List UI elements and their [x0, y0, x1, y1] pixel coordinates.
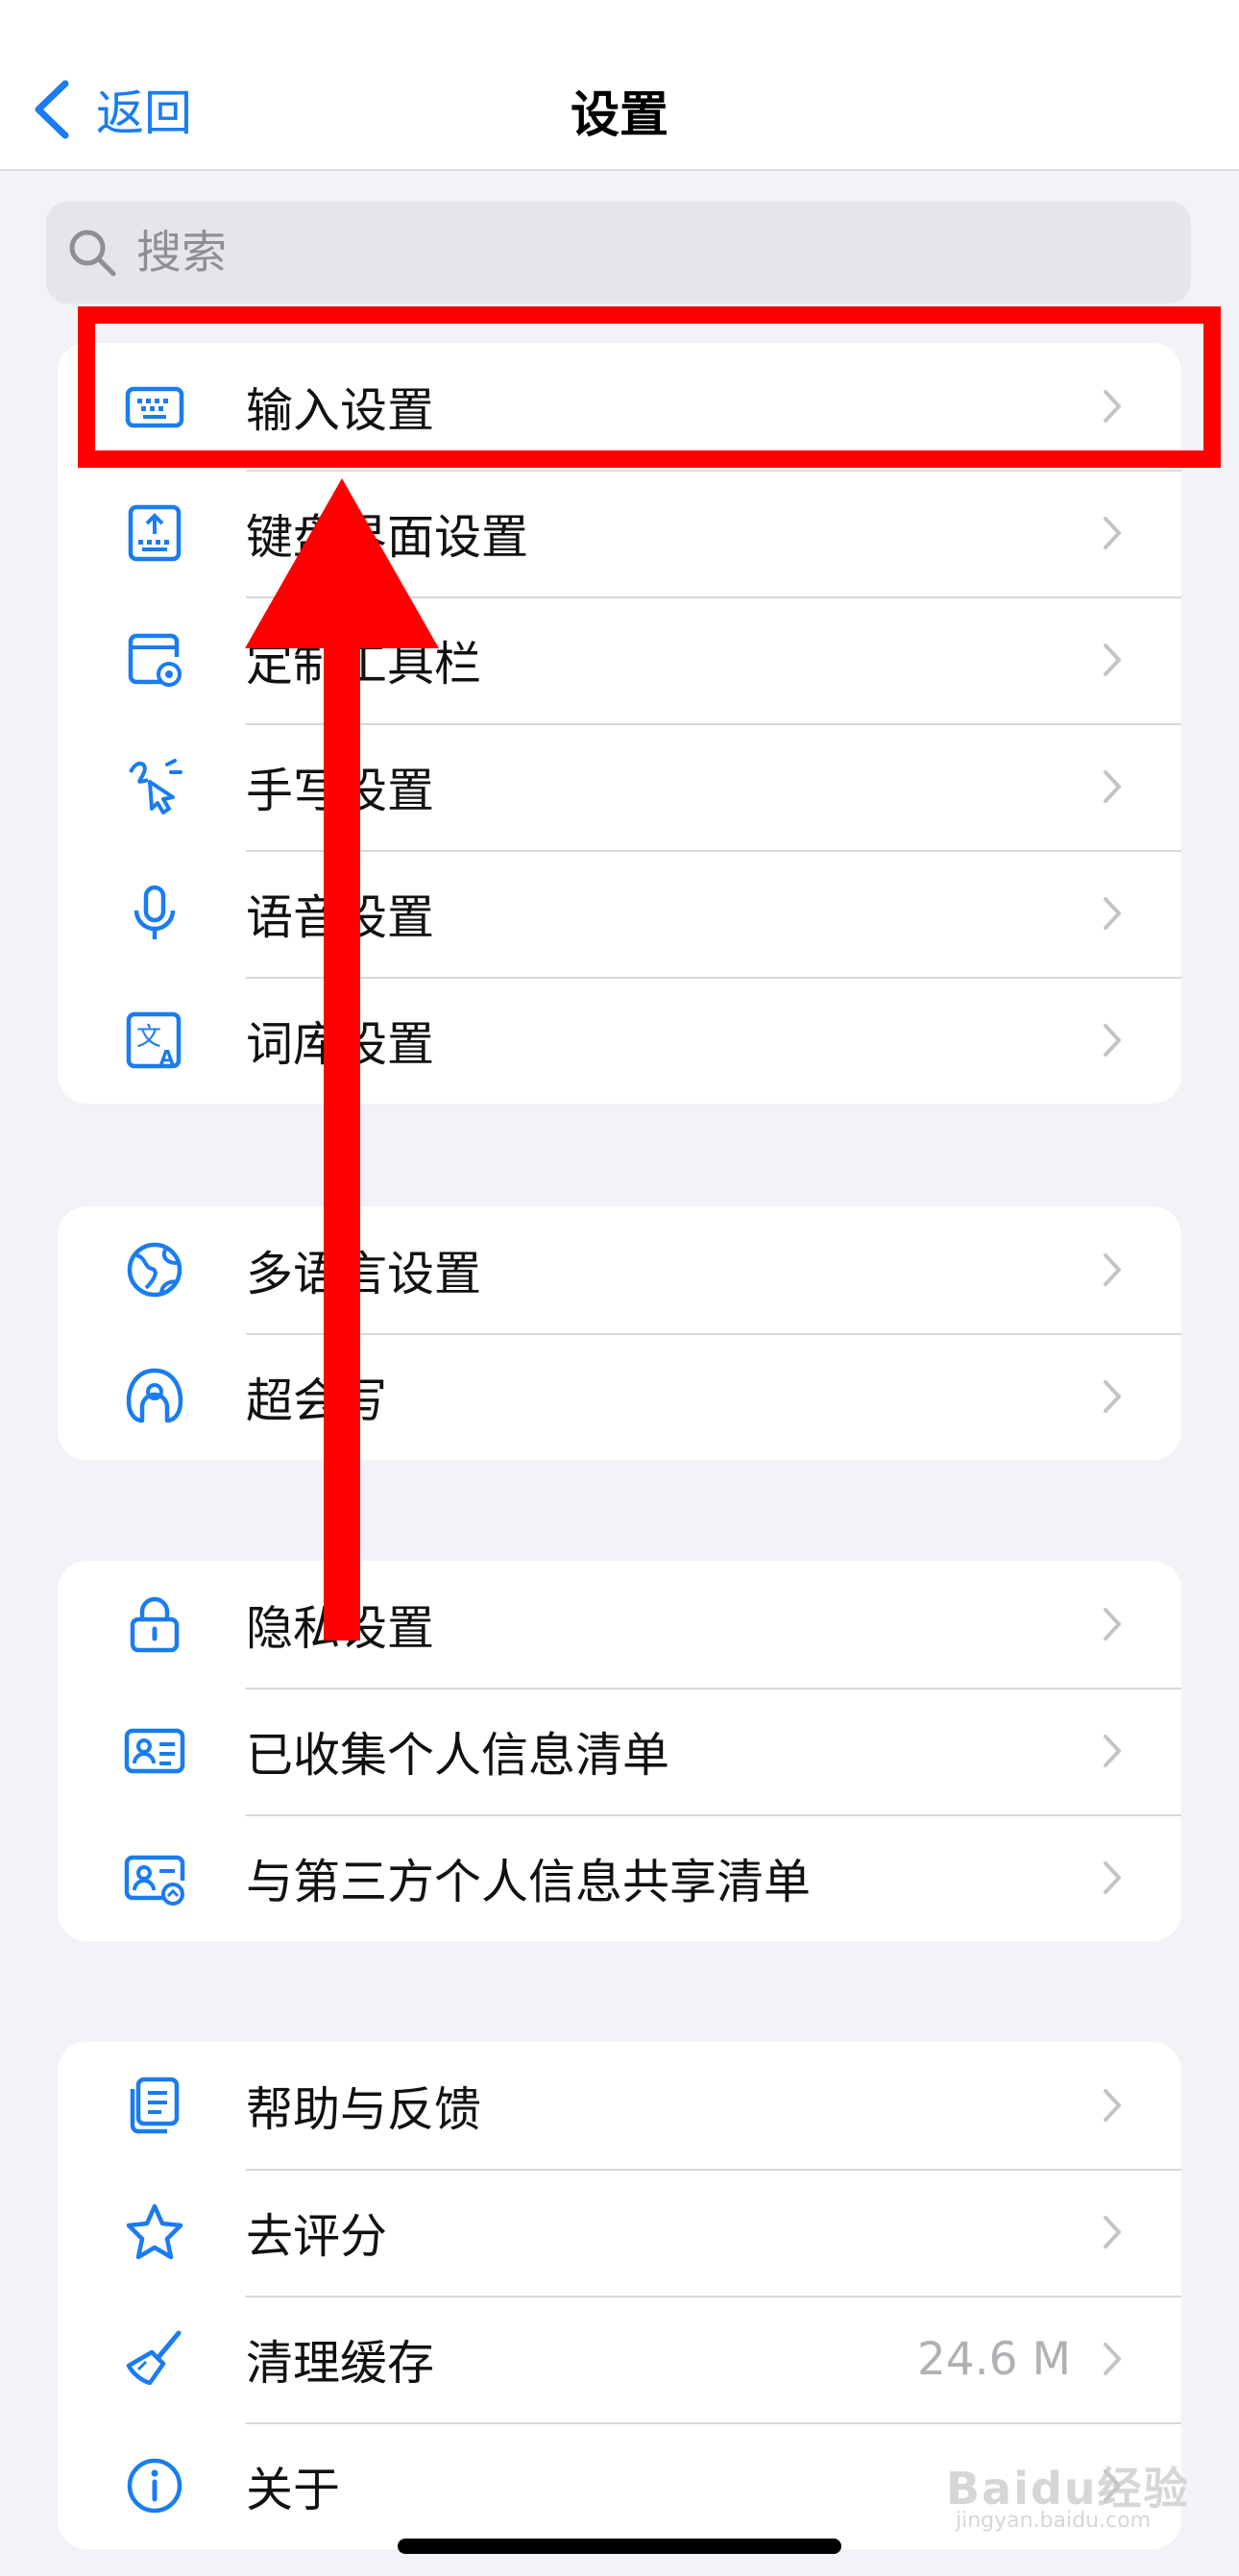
lock-icon [123, 1592, 186, 1656]
row-label: 去评分 [246, 2208, 388, 2264]
chevron-right-icon [1104, 897, 1121, 930]
row-super-write[interactable]: 超会写 [58, 1333, 1181, 1460]
cache-size-value: 24.6 M [916, 2332, 1071, 2386]
svg-text:文: 文 [136, 1023, 161, 1052]
row-label: 清理缓存 [246, 2335, 435, 2391]
row-label: 词库设置 [246, 1016, 435, 1072]
chevron-right-icon [1104, 770, 1121, 803]
document-stack-icon [123, 2074, 186, 2137]
row-handwriting-settings[interactable]: 手写设置 [58, 723, 1181, 850]
toolbar-gear-icon [123, 628, 186, 692]
page-title: 设置 [570, 87, 668, 144]
chevron-right-icon [1104, 517, 1121, 549]
navigation-bar: 返回 设置 [0, 0, 1239, 171]
search-icon [69, 230, 116, 277]
keyboard-upload-icon [123, 501, 186, 565]
row-label: 已收集个人信息清单 [246, 1727, 670, 1783]
id-card-share-icon [123, 1846, 186, 1909]
chevron-right-icon [1104, 644, 1121, 676]
row-label: 手写设置 [246, 763, 435, 818]
keyboard-icon [123, 375, 186, 438]
row-label: 超会写 [246, 1373, 388, 1428]
row-third-party-sharing-list[interactable]: 与第三方个人信息共享清单 [58, 1814, 1181, 1941]
home-indicator[interactable] [398, 2539, 841, 2554]
row-label: 语音设置 [246, 889, 435, 945]
search-bar[interactable] [46, 202, 1191, 304]
info-icon [123, 2454, 186, 2517]
chevron-right-icon [1104, 2343, 1121, 2375]
chevron-right-icon [1104, 2089, 1121, 2122]
row-label: 定制工具栏 [246, 636, 482, 692]
row-keyboard-ui-settings[interactable]: 键盘界面设置 [58, 470, 1181, 596]
brush-icon [123, 2327, 186, 2391]
row-multilanguage-settings[interactable]: 多语言设置 [58, 1206, 1181, 1333]
row-label: 隐私设置 [246, 1600, 435, 1656]
row-privacy-settings[interactable]: 隐私设置 [58, 1561, 1181, 1688]
row-label: 输入设置 [246, 382, 435, 438]
row-custom-toolbar[interactable]: 定制工具栏 [58, 596, 1181, 723]
microphone-icon [123, 882, 186, 945]
chevron-right-icon [1104, 1024, 1121, 1057]
row-label: 帮助与反馈 [246, 2081, 482, 2137]
chevron-right-icon [1104, 2216, 1121, 2248]
row-rate-app[interactable]: 去评分 [58, 2169, 1181, 2296]
settings-group-privacy: 隐私设置 已收集个人信息清单 与第三方个人信息共享清单 [58, 1561, 1181, 1941]
dictionary-icon: 文A [123, 1009, 186, 1072]
super-write-icon [123, 1365, 186, 1428]
settings-group-language: 多语言设置 超会写 [58, 1206, 1181, 1460]
row-label: 与第三方个人信息共享清单 [246, 1854, 812, 1909]
chevron-right-icon [1104, 1253, 1121, 1286]
chevron-right-icon [1104, 1380, 1121, 1413]
chevron-right-icon [1104, 1735, 1121, 1767]
row-collected-info-list[interactable]: 已收集个人信息清单 [58, 1688, 1181, 1814]
svg-text:A: A [159, 1046, 175, 1069]
settings-group-input: 输入设置 键盘界面设置 定制工具栏 手写设置 语音设置 文A 词库设置 [58, 343, 1181, 1104]
chevron-right-icon [1104, 390, 1121, 423]
chevron-right-icon [1104, 1608, 1121, 1640]
chevron-right-icon [1104, 1861, 1121, 1894]
row-clear-cache[interactable]: 清理缓存 24.6 M [58, 2296, 1181, 2422]
id-card-icon [123, 1719, 186, 1783]
handwriting-icon [123, 755, 186, 818]
row-input-settings[interactable]: 输入设置 [58, 343, 1181, 470]
globe-icon [123, 1238, 186, 1301]
row-voice-settings[interactable]: 语音设置 [58, 850, 1181, 977]
star-icon [123, 2200, 186, 2264]
row-dictionary-settings[interactable]: 文A 词库设置 [58, 977, 1181, 1104]
watermark-url: jingyan.baidu.com [956, 2509, 1152, 2533]
row-label: 多语言设置 [246, 1246, 482, 1301]
row-label: 键盘界面设置 [246, 509, 529, 565]
row-label: 关于 [246, 2462, 341, 2517]
search-input[interactable] [136, 226, 1097, 279]
row-help-feedback[interactable]: 帮助与反馈 [58, 2042, 1181, 2169]
